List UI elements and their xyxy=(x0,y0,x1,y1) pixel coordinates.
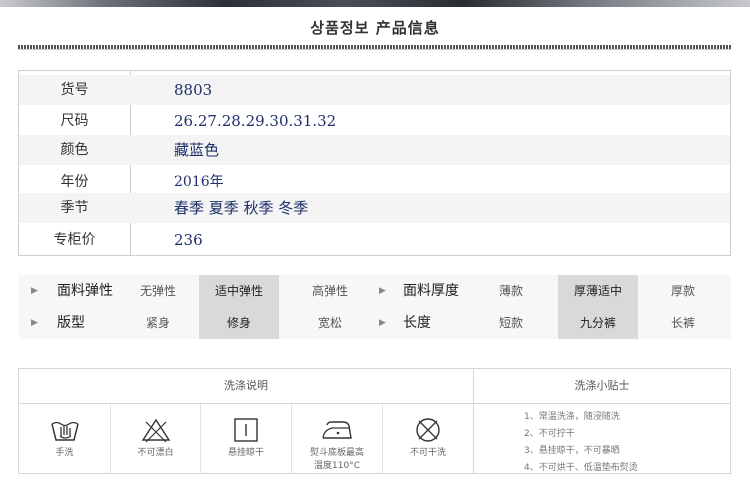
iron-icon xyxy=(322,421,352,439)
wash-caption: 手洗 xyxy=(55,448,74,458)
triangle-right-icon: ▶ xyxy=(31,318,38,328)
tip-item: 1、常温洗涤，随浸随洗 xyxy=(524,412,620,422)
attribute-option: 薄款 xyxy=(498,284,523,298)
attribute-row: ▶ 面料弹性 无弹性 适中弹性 高弹性 ▶ 面料厚度 薄款 厚薄适中 厚款 xyxy=(18,275,731,307)
triangle-right-icon: ▶ xyxy=(379,318,386,328)
attribute-option-selected: 九分裤 xyxy=(558,307,638,339)
wash-symbol-no-dryclean: 不可干洗 xyxy=(383,404,473,474)
hand-wash-icon xyxy=(50,421,79,441)
product-info-table: 货号 8803 尺码 26.27.28.29.30.31.32 颜色 藏蓝色 年… xyxy=(18,70,731,256)
wash-symbol-no-bleach: 不可漂白 xyxy=(111,404,200,474)
info-key: 尺码 xyxy=(60,113,89,129)
info-value: 春季 夏季 秋季 冬季 xyxy=(174,199,309,217)
no-bleach-icon xyxy=(141,418,170,443)
attribute-option: 无弹性 xyxy=(139,284,176,298)
triangle-right-icon: ▶ xyxy=(31,286,38,296)
attribute-label: 版型 xyxy=(57,315,85,331)
attribute-row: ▶ 版型 紧身 修身 宽松 ▶ 长度 短款 九分裤 长裤 xyxy=(18,307,731,339)
wash-caption-line: 熨斗底板最高 xyxy=(309,448,364,458)
attribute-label: 面料厚度 xyxy=(403,283,459,299)
info-key: 季节 xyxy=(60,200,89,216)
info-row-item-number: 货号 8803 xyxy=(19,75,730,105)
attribute-option: 长裤 xyxy=(670,316,695,330)
section-title: 상품정보 产品信息 xyxy=(310,19,440,37)
info-row-size: 尺码 26.27.28.29.30.31.32 xyxy=(19,106,730,136)
triangle-right-icon: ▶ xyxy=(379,286,386,296)
washing-panel: 洗涤说明 洗涤小贴士 手洗 不可漂白 悬挂晾干 熨斗底板最高 温度110°C 不… xyxy=(18,368,731,474)
attribute-option-selected: 修身 xyxy=(199,307,279,339)
info-row-color: 颜色 藏蓝色 xyxy=(19,135,730,165)
attribute-option-selected: 厚薄适中 xyxy=(558,275,638,307)
washing-instructions-title: 洗涤说明 xyxy=(224,379,268,392)
info-value: 236 xyxy=(174,231,203,249)
info-value: 藏蓝色 xyxy=(174,141,220,159)
info-key: 货号 xyxy=(60,82,89,98)
title-divider-shadow xyxy=(18,49,731,50)
attribute-option: 高弹性 xyxy=(311,284,348,298)
info-key: 专柜价 xyxy=(53,232,96,248)
wash-caption-line: 温度110°C xyxy=(314,461,360,471)
tip-item: 3、悬挂晾干，不可暴晒 xyxy=(524,446,620,456)
tip-item: 4、不可烘干、低温垫布熨烫 xyxy=(524,463,638,473)
info-row-price: 专柜价 236 xyxy=(19,225,730,255)
tip-item: 2、不可拧干 xyxy=(524,429,575,439)
washing-tips-title: 洗涤小贴士 xyxy=(574,379,630,392)
attribute-label: 面料弹性 xyxy=(57,283,113,299)
washing-tips-list: 1、常温洗涤，随浸随洗 2、不可拧干 3、悬挂晾干，不可暴晒 4、不可烘干、低温… xyxy=(524,409,638,477)
wash-caption: 不可干洗 xyxy=(409,448,446,458)
attribute-option: 紧身 xyxy=(145,316,170,330)
attribute-option: 厚款 xyxy=(670,284,695,298)
attribute-option: 短款 xyxy=(498,316,523,330)
attribute-label: 长度 xyxy=(403,315,431,331)
no-dryclean-icon xyxy=(416,418,440,442)
hang-dry-icon xyxy=(234,418,258,442)
wash-caption: 不可漂白 xyxy=(137,448,174,458)
info-value: 26.27.28.29.30.31.32 xyxy=(174,112,337,130)
info-key: 颜色 xyxy=(60,142,89,158)
wash-caption: 熨斗底板最高 温度110°C xyxy=(292,447,382,473)
wash-symbol-hang-dry: 悬挂晾干 xyxy=(201,404,291,474)
info-row-season: 季节 春季 夏季 秋季 冬季 xyxy=(19,193,730,223)
wash-symbol-iron: 熨斗底板最高 温度110°C xyxy=(292,404,382,474)
wash-symbol-hand-wash: 手洗 xyxy=(19,404,110,474)
attribute-panel: ▶ 面料弹性 无弹性 适中弹性 高弹性 ▶ 面料厚度 薄款 厚薄适中 厚款 ▶ … xyxy=(18,275,731,339)
attribute-option-selected: 适中弹性 xyxy=(199,275,279,307)
attribute-option: 宽松 xyxy=(317,316,342,330)
banner-image-strip xyxy=(0,0,750,7)
wash-caption: 悬挂晾干 xyxy=(227,448,264,458)
info-value: 8803 xyxy=(174,81,213,99)
